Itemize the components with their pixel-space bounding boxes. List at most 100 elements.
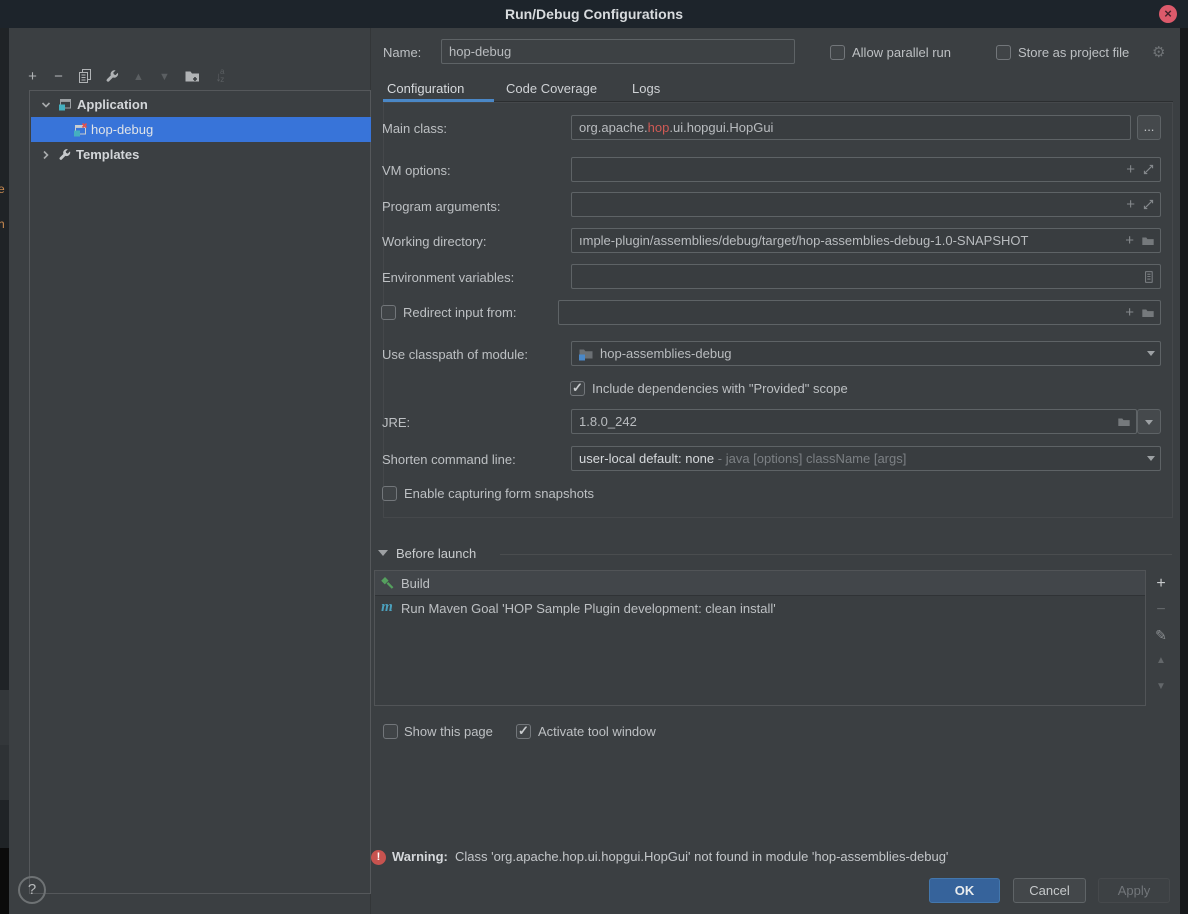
jre-dropdown-button[interactable] (1137, 409, 1161, 434)
apply-button-disabled[interactable]: Apply (1098, 878, 1170, 903)
before-launch-title: Before launch (396, 546, 476, 561)
working-directory-input[interactable]: ımple-plugin/assemblies/debug/target/hop… (571, 228, 1161, 253)
store-as-project-file-label: Store as project file (1018, 45, 1129, 61)
move-up-icon[interactable]: ▲ (130, 68, 147, 85)
add-icon[interactable]: + (1125, 229, 1134, 252)
chevron-down-icon (1145, 420, 1153, 425)
expand-icon[interactable] (1142, 163, 1155, 176)
module-icon (578, 346, 594, 362)
create-folder-icon[interactable] (183, 68, 200, 85)
shorten-command-line-combobox[interactable]: user-local default: none - java [options… (571, 446, 1161, 471)
vm-options-label: VM options: (382, 163, 451, 178)
tree-group-templates[interactable]: Templates (31, 142, 371, 167)
chevron-down-icon[interactable] (1147, 456, 1155, 461)
allow-parallel-run-checkbox[interactable] (830, 45, 845, 60)
configurations-tree: Application hop-debug Templates (29, 90, 371, 894)
browse-main-class-button[interactable]: ... (1137, 115, 1161, 140)
folder-icon[interactable] (1117, 415, 1131, 429)
folder-icon[interactable] (1141, 306, 1155, 320)
background-editor-strip: i e h (0, 28, 9, 914)
add-icon[interactable]: + (1126, 193, 1135, 216)
tab-logs[interactable]: Logs (632, 81, 660, 96)
list-icon[interactable] (1142, 270, 1155, 284)
working-directory-label: Working directory: (382, 234, 487, 249)
add-configuration-button[interactable]: + (24, 68, 41, 85)
warning-icon: ! (371, 850, 386, 865)
vm-options-input[interactable]: + (571, 157, 1161, 182)
warning-text: Class 'org.apache.hop.ui.hopgui.HopGui' … (455, 849, 948, 864)
enable-snapshots-checkbox[interactable] (382, 486, 397, 501)
move-down-icon[interactable]: ▼ (156, 68, 173, 85)
application-icon (57, 97, 73, 113)
chevron-down-icon[interactable] (38, 97, 54, 113)
gear-icon[interactable]: ⚙ (1152, 43, 1165, 61)
program-arguments-label: Program arguments: (382, 199, 501, 214)
main-class-label: Main class: (382, 121, 447, 136)
help-button[interactable]: ? (18, 876, 46, 904)
tree-item-label: hop-debug (91, 122, 153, 137)
before-launch-item-label: Build (401, 576, 430, 591)
before-launch-item-maven[interactable]: m Run Maven Goal 'HOP Sample Plugin deve… (375, 596, 1145, 620)
store-as-project-file-checkbox[interactable] (996, 45, 1011, 60)
before-launch-list: Build m Run Maven Goal 'HOP Sample Plugi… (374, 570, 1146, 706)
folder-icon[interactable] (1141, 234, 1155, 248)
show-this-page-label: Show this page (404, 724, 493, 740)
redirect-input-from-input[interactable]: + (558, 300, 1161, 325)
main-class-input[interactable]: org.apache.hop.ui.hopgui.HopGui (571, 115, 1131, 140)
program-arguments-input[interactable]: + (571, 192, 1161, 217)
maven-icon: m (379, 600, 395, 616)
redirect-input-label: Redirect input from: (403, 305, 516, 321)
before-launch-add-icon[interactable]: + (1150, 575, 1172, 593)
name-label: Name: (383, 45, 421, 60)
cancel-button[interactable]: Cancel (1013, 878, 1086, 903)
shorten-command-line-label: Shorten command line: (382, 452, 516, 467)
include-provided-label: Include dependencies with "Provided" sco… (592, 381, 848, 397)
add-icon[interactable]: + (1126, 158, 1135, 181)
chevron-right-icon[interactable] (38, 147, 54, 163)
environment-variables-input[interactable] (571, 264, 1161, 289)
background-dark-block (0, 848, 9, 914)
before-launch-remove-icon[interactable]: − (1150, 601, 1172, 619)
environment-variables-label: Environment variables: (382, 270, 514, 285)
ok-button[interactable]: OK (929, 878, 1000, 903)
before-launch-move-down-icon[interactable]: ▼ (1150, 681, 1172, 692)
edit-defaults-wrench-icon[interactable] (103, 68, 120, 85)
remove-configuration-button[interactable]: − (50, 68, 67, 85)
background-text: i (0, 48, 1, 62)
tree-group-application[interactable]: Application (31, 92, 371, 117)
expand-icon[interactable] (1142, 198, 1155, 211)
tree-item-hop-debug-selected[interactable]: hop-debug (31, 117, 371, 142)
before-launch-item-build[interactable]: Build (375, 571, 1145, 596)
build-hammer-icon (379, 575, 395, 591)
copy-configuration-icon[interactable] (76, 68, 93, 85)
tab-configuration[interactable]: Configuration (387, 81, 464, 96)
background-toolwindow-block (0, 745, 9, 800)
include-provided-checkbox[interactable] (570, 381, 585, 396)
activate-tool-window-checkbox[interactable] (516, 724, 531, 739)
before-launch-move-up-icon[interactable]: ▲ (1150, 655, 1172, 666)
allow-parallel-run-label: Allow parallel run (852, 45, 951, 61)
use-classpath-label: Use classpath of module: (382, 347, 528, 362)
background-text: e (0, 182, 5, 196)
add-icon[interactable]: + (1125, 301, 1134, 324)
dialog-titlebar: Run/Debug Configurations (0, 0, 1188, 28)
sort-alphabetically-icon[interactable]: ↓az (210, 68, 227, 85)
before-launch-item-label: Run Maven Goal 'HOP Sample Plugin develo… (401, 601, 776, 616)
jre-label: JRE: (382, 415, 410, 430)
tab-code-coverage[interactable]: Code Coverage (506, 81, 597, 96)
redirect-input-checkbox[interactable] (381, 305, 396, 320)
before-launch-collapse-icon[interactable] (378, 550, 388, 556)
chevron-down-icon[interactable] (1147, 351, 1155, 356)
name-input[interactable]: hop-debug (441, 39, 795, 64)
jre-combobox[interactable]: 1.8.0_242 (571, 409, 1137, 434)
warning-prefix: Warning: (392, 849, 448, 864)
configurations-sidebar: + − ▲ ▼ ↓az Application hop-debug (9, 28, 371, 914)
templates-wrench-icon (57, 147, 72, 162)
use-classpath-combobox[interactable]: hop-assemblies-debug (571, 341, 1161, 366)
run-debug-configurations-dialog: i e h Run/Debug Configurations × + − ▲ ▼… (0, 0, 1188, 914)
activate-tool-window-label: Activate tool window (538, 724, 656, 740)
before-launch-edit-pencil-icon[interactable]: ✎ (1150, 627, 1172, 644)
close-icon[interactable]: × (1159, 5, 1177, 23)
background-editor-strip (1180, 28, 1188, 914)
show-this-page-checkbox[interactable] (383, 724, 398, 739)
